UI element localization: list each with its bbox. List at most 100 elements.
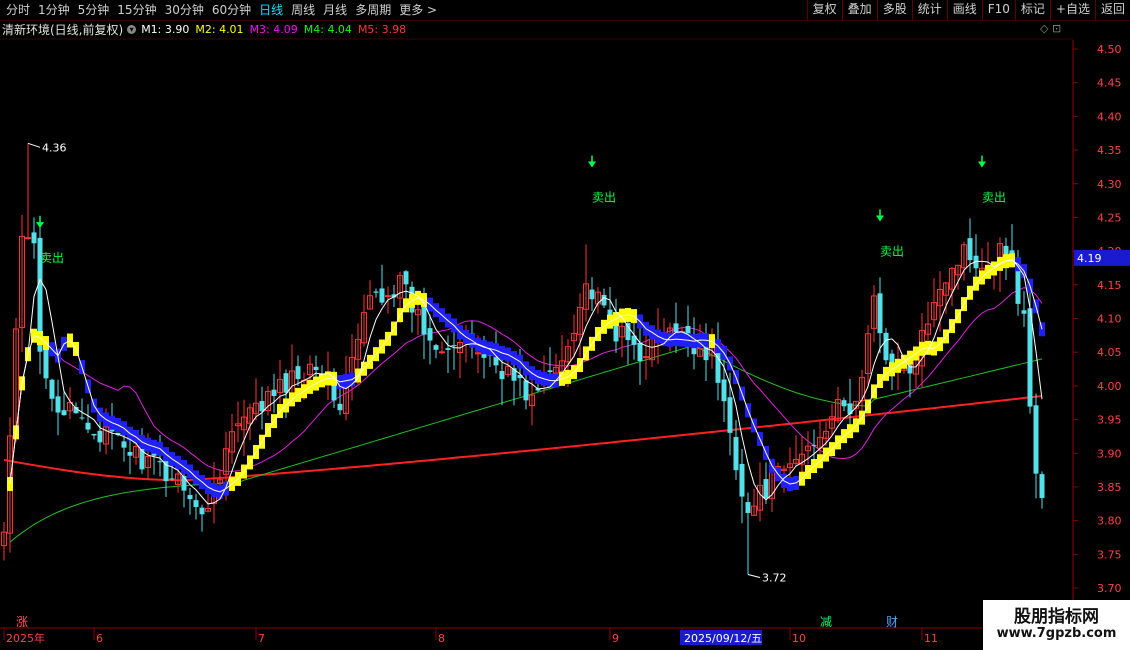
date-label-2: 7 [258,632,265,645]
sell-signal-label: 卖出 [982,191,1006,205]
sell-arrow-head-icon [978,161,986,168]
candle-body [1021,310,1027,314]
sell-arrow-head-icon [588,161,596,168]
candle-body [373,291,379,293]
candle-body [181,476,187,491]
candle-body [451,345,457,347]
candle-body [547,370,553,373]
date-label-1: 6 [96,632,103,645]
low-pointer [747,574,761,579]
y-tick-label-13: 3.85 [1097,481,1122,494]
candle-body [721,379,727,402]
candle-body [313,366,319,371]
date-label-4: 9 [612,632,619,645]
y-tick-label-15: 3.75 [1097,548,1122,561]
candle-body [763,479,769,499]
candle-body [625,322,631,341]
candle-body [271,389,277,396]
sell-signal-label: 卖出 [880,244,904,258]
candle-body [499,371,505,380]
event-marker-1[interactable]: 减 [820,615,832,629]
current-price-label: 4.19 [1077,252,1102,265]
candle-body [121,441,127,448]
y-tick-label-8: 4.10 [1097,313,1122,326]
candle-body [43,346,49,379]
candle-body [79,417,85,419]
candle-body [877,293,883,334]
candle-body [157,461,163,463]
candle-body [25,237,31,240]
candle-body [745,502,751,513]
candle-body [589,289,595,300]
candle-body [421,304,427,335]
candle-body [601,294,607,306]
y-tick-label-0: 4.50 [1097,43,1122,56]
candle-body [91,433,97,436]
candle-body [739,463,745,497]
candle-body [385,295,391,298]
watermark-url: www.7gpzb.com [996,626,1117,641]
candle-body [1033,405,1039,474]
candle-body [259,401,265,412]
candle-body [85,422,91,430]
candle-body [1039,474,1045,498]
y-tick-label-3: 4.35 [1097,144,1122,157]
candle-body [97,430,103,443]
candle-body [841,400,847,407]
date-label-7: 11 [924,632,938,645]
candle-body [613,323,619,342]
event-marker-2[interactable]: 财 [886,615,898,629]
candle-body [445,348,451,350]
event-marker-0[interactable]: 涨 [16,614,28,629]
candle-body [295,366,301,380]
candle-body [127,451,133,456]
trend-band-block [7,477,13,492]
candle-body [523,380,529,401]
high-price-label: 4.36 [42,141,67,154]
y-tick-label-14: 3.80 [1097,515,1122,528]
candle-body [379,288,385,303]
candle-body [169,478,175,480]
y-tick-label-4: 4.30 [1097,178,1122,191]
candle-body [811,445,817,447]
candle-body [193,500,199,508]
candle-body [49,379,55,399]
y-tick-label-9: 4.05 [1097,346,1122,359]
candle-body [283,373,289,393]
date-label-3: 8 [438,632,445,645]
candle-body [403,271,409,285]
candle-body [55,396,61,413]
date-label-6: 10 [792,632,806,645]
sell-arrow-head-icon [876,215,884,222]
candle-body [439,351,445,354]
candlestick-chart[interactable]: 4.504.454.404.354.304.254.204.154.104.05… [0,0,1130,650]
candle-body [199,507,205,515]
watermark: 股朋指标网 www.7gpzb.com [983,600,1130,650]
candle-body [31,232,37,244]
y-tick-label-16: 3.70 [1097,582,1122,595]
candle-body [967,238,973,261]
candle-body [733,437,739,471]
sell-arrow-head-icon [36,222,44,229]
candle-body [637,342,643,362]
candle-body [643,356,649,359]
watermark-title: 股朋指标网 [1014,607,1099,627]
candle-body [883,332,889,361]
y-tick-label-2: 4.40 [1097,110,1122,123]
sell-signal-label: 卖出 [592,191,616,205]
low-price-label: 3.72 [762,572,787,585]
sell-signal-label: 卖出 [40,251,64,265]
candle-body [481,354,487,358]
high-pointer [27,142,41,148]
date-label-5: 2025/09/12/五 [684,632,762,645]
candle-body [727,397,733,433]
y-tick-label-10: 4.00 [1097,380,1122,393]
candle-body [337,403,343,411]
y-tick-label-5: 4.25 [1097,211,1122,224]
candle-body [433,345,439,350]
date-label-0: 2025年 [6,631,45,645]
y-tick-label-12: 3.90 [1097,447,1122,460]
candle-body [187,495,193,500]
candle-body [61,410,67,416]
candle-body [427,328,433,341]
